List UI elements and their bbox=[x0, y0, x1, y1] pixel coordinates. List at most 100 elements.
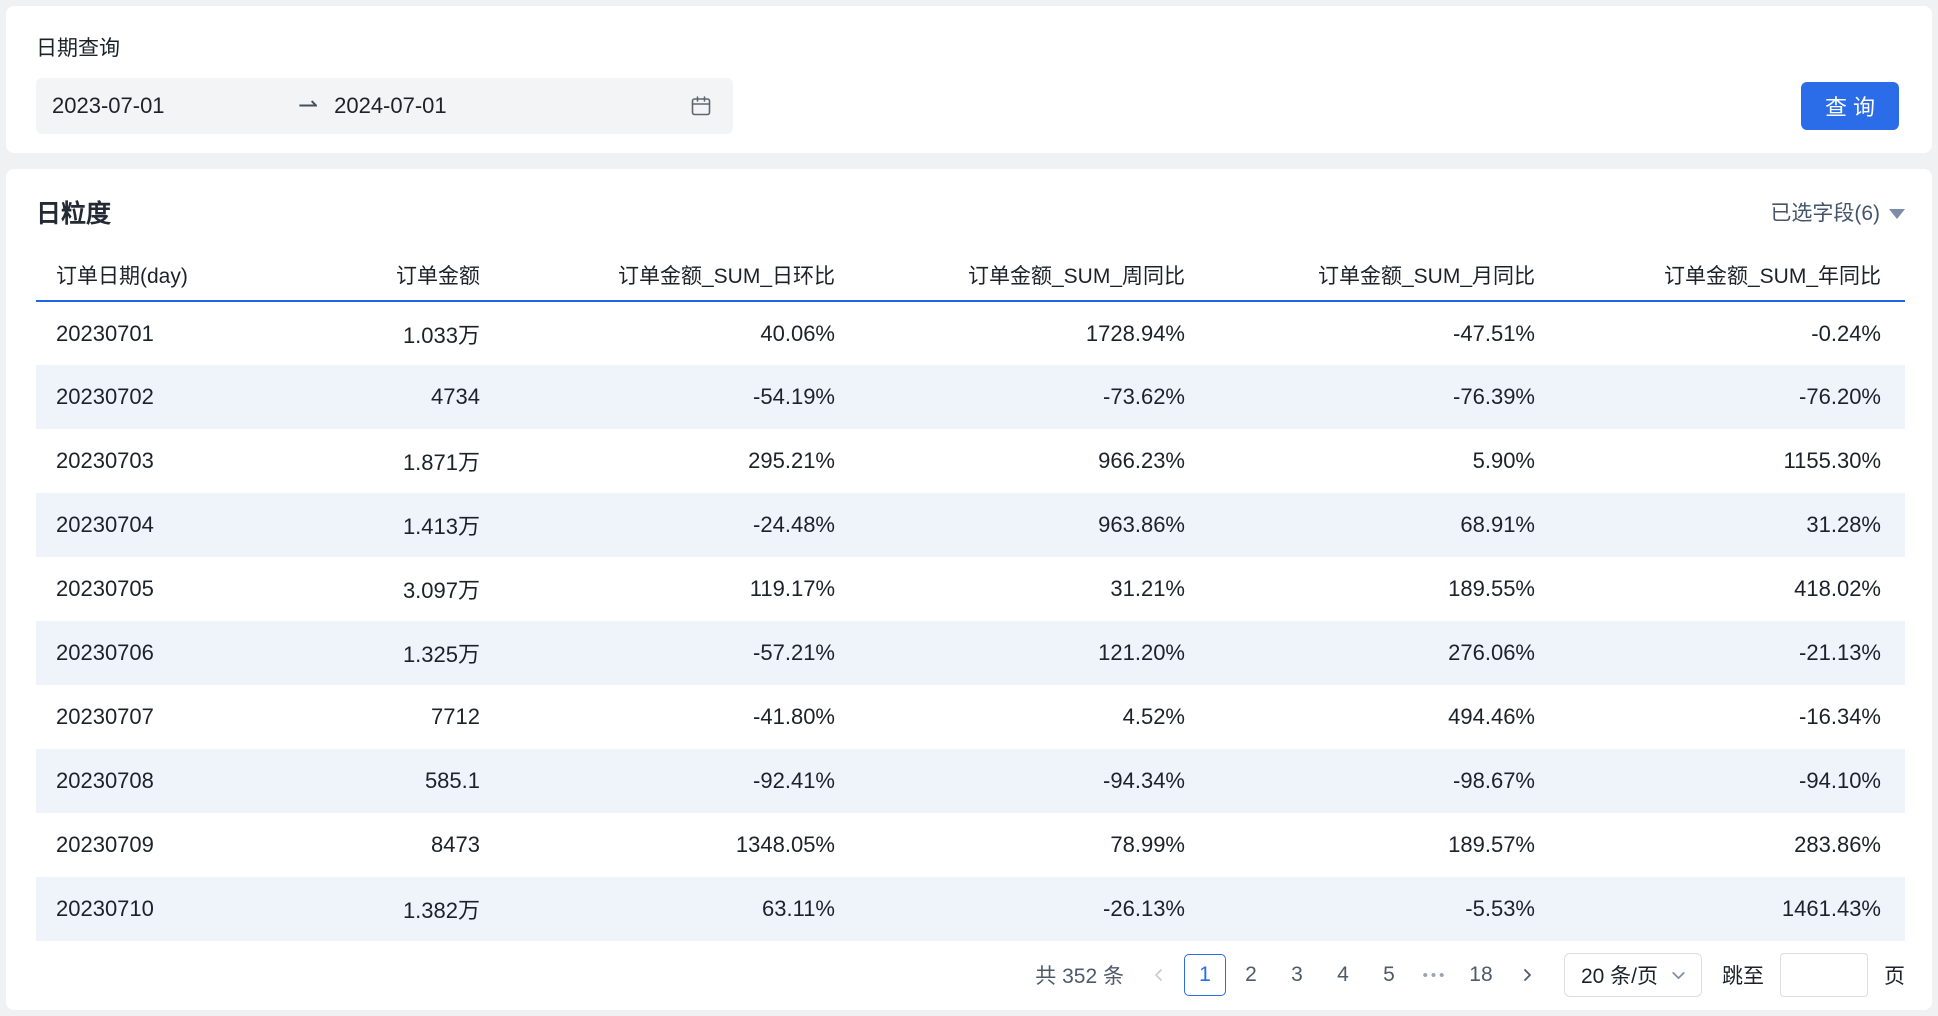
cell-value: 1.413万 bbox=[402, 514, 480, 539]
cell-value: 295.21% bbox=[748, 448, 835, 473]
page-button-last[interactable]: 18 bbox=[1460, 954, 1502, 996]
query-button[interactable]: 查 询 bbox=[1801, 82, 1899, 130]
cell-value: 119.17% bbox=[749, 576, 835, 601]
page-number-list: 12345 bbox=[1183, 954, 1410, 996]
cell-value: 31.28% bbox=[1806, 512, 1881, 537]
column-header-1: 订单金额 bbox=[276, 249, 504, 302]
next-page-button[interactable] bbox=[1506, 954, 1548, 996]
page-suffix-label: 页 bbox=[1884, 965, 1905, 988]
cell-value: -92.41% bbox=[753, 768, 835, 793]
table-body: 20230701 1.033万 40.06% 1728.94% -47.51% -0.24… bbox=[36, 301, 1905, 941]
selected-fields-dropdown[interactable]: 已选字段(6) bbox=[1770, 197, 1905, 227]
cell-order-date: 20230709 bbox=[56, 832, 154, 857]
table-row: 20230702 4734 -54.19% -73.62% -76.39% -76.20% bbox=[36, 365, 1905, 429]
table-title: 日粒度 bbox=[36, 200, 112, 228]
cell-value: 8473 bbox=[431, 832, 480, 857]
column-header-5: 订单金额_SUM_年同比 bbox=[1559, 249, 1905, 302]
cell-value: -26.13% bbox=[1103, 896, 1185, 921]
cell-value: 31.21% bbox=[1110, 576, 1185, 601]
cell-value: 1.871万 bbox=[402, 450, 480, 475]
cell-value: 121.20% bbox=[1098, 640, 1185, 665]
page-button-1[interactable]: 1 bbox=[1183, 954, 1226, 996]
page-size-value: 20 条/页 bbox=[1580, 965, 1658, 988]
cell-value: 1155.30% bbox=[1783, 448, 1881, 473]
cell-order-date: 20230705 bbox=[56, 576, 154, 601]
table-row: 20230709 8473 1348.05% 78.99% 189.57% 283.86% bbox=[36, 813, 1905, 877]
calendar-icon bbox=[689, 94, 713, 118]
table-card: 日粒度 已选字段(6) 订单日期(day) 订单金额 订单金额_SUM_日环比 订单金… bbox=[6, 169, 1932, 1010]
total-count: 共 352 条 bbox=[1035, 965, 1124, 988]
cell-value: -41.80% bbox=[753, 704, 835, 729]
column-header-4: 订单金额_SUM_月同比 bbox=[1209, 249, 1559, 302]
column-header-3: 订单金额_SUM_周同比 bbox=[859, 249, 1209, 302]
jump-page-input[interactable] bbox=[1780, 953, 1868, 997]
chevron-down-icon bbox=[1670, 967, 1687, 984]
cell-value: 63.11% bbox=[762, 896, 835, 921]
table-header-row: 订单日期(day) 订单金额 订单金额_SUM_日环比 订单金额_SUM_周同比 订单金… bbox=[36, 249, 1905, 302]
cell-order-date: 20230701 bbox=[56, 320, 154, 346]
table-row: 20230707 7712 -41.80% 4.52% 494.46% -16.34% bbox=[36, 685, 1905, 749]
cell-value: -16.34% bbox=[1799, 704, 1881, 729]
arrow-right-icon: ⇀ bbox=[298, 92, 319, 119]
cell-value: 189.55% bbox=[1448, 576, 1535, 601]
page-size-select[interactable]: 20 条/页 bbox=[1563, 953, 1702, 997]
cell-value: 5.90% bbox=[1472, 448, 1535, 473]
cell-value: -94.34% bbox=[1103, 768, 1185, 793]
table-row: 20230705 3.097万 119.17% 31.21% 189.55% 418.02… bbox=[36, 557, 1905, 621]
table-row: 20230706 1.325万 -57.21% 121.20% 276.06% -21.1… bbox=[36, 621, 1905, 685]
cell-value: -76.20% bbox=[1799, 384, 1881, 409]
cell-value: 1728.94% bbox=[1085, 320, 1185, 346]
cell-value: 418.02% bbox=[1794, 576, 1881, 601]
cell-value: 4734 bbox=[431, 384, 480, 409]
cell-order-date: 20230703 bbox=[56, 448, 154, 473]
table-header-bar: 日粒度 已选字段(6) bbox=[36, 195, 1905, 229]
table-row: 20230703 1.871万 295.21% 966.23% 5.90% 1155.30… bbox=[36, 429, 1905, 493]
cell-value: 963.86% bbox=[1098, 512, 1185, 537]
cell-value: 7712 bbox=[431, 704, 480, 729]
cell-value: 78.99% bbox=[1110, 832, 1185, 857]
cell-order-date: 20230710 bbox=[56, 896, 154, 921]
cell-value: 4.52% bbox=[1122, 704, 1185, 729]
cell-value: 494.46% bbox=[1448, 704, 1535, 729]
cell-order-date: 20230707 bbox=[56, 704, 154, 729]
date-range-picker[interactable]: 2023-07-01 ⇀ 2024-07-01 bbox=[36, 78, 733, 134]
data-table: 订单日期(day) 订单金额 订单金额_SUM_日环比 订单金额_SUM_周同比 订单金… bbox=[36, 249, 1905, 941]
cell-value: 1461.43% bbox=[1781, 896, 1881, 921]
cell-value: -21.13% bbox=[1799, 640, 1881, 665]
cell-order-date: 20230708 bbox=[56, 768, 154, 793]
page-button-5[interactable]: 5 bbox=[1368, 954, 1410, 996]
table-row: 20230701 1.033万 40.06% 1728.94% -47.51% -0.24… bbox=[36, 301, 1905, 365]
pagination: 共 352 条 12345 ••• 18 20 条/页 跳至 页 bbox=[36, 953, 1905, 997]
page-button-2[interactable]: 2 bbox=[1230, 954, 1272, 996]
cell-value: 68.91% bbox=[1460, 512, 1535, 537]
date-query-label: 日期查询 bbox=[36, 37, 120, 60]
jump-to-label: 跳至 bbox=[1722, 965, 1764, 988]
prev-page-button[interactable] bbox=[1138, 954, 1180, 996]
date-query-card: 日期查询 2023-07-01 ⇀ 2024-07-01 查 询 bbox=[6, 6, 1932, 153]
cell-value: 40.06% bbox=[760, 320, 835, 346]
column-header-0: 订单日期(day) bbox=[36, 249, 276, 302]
cell-value: 276.06% bbox=[1448, 640, 1535, 665]
cell-value: 1348.05% bbox=[735, 832, 835, 857]
start-date-value[interactable]: 2023-07-01 bbox=[52, 93, 298, 119]
column-header-2: 订单金额_SUM_日环比 bbox=[504, 249, 859, 302]
cell-order-date: 20230704 bbox=[56, 512, 154, 537]
cell-value: 1.033万 bbox=[402, 322, 480, 348]
more-pages-ellipsis[interactable]: ••• bbox=[1414, 954, 1456, 996]
page-button-4[interactable]: 4 bbox=[1322, 954, 1364, 996]
table-row: 20230710 1.382万 63.11% -26.13% -5.53% 1461.43… bbox=[36, 877, 1905, 941]
page: 日期查询 2023-07-01 ⇀ 2024-07-01 查 询 日粒度 已选字… bbox=[0, 0, 1938, 1016]
cell-value: -76.39% bbox=[1453, 384, 1535, 409]
cell-value: 283.86% bbox=[1794, 832, 1881, 857]
cell-value: 1.325万 bbox=[402, 642, 480, 667]
table-row: 20230704 1.413万 -24.48% 963.86% 68.91% 31.28% bbox=[36, 493, 1905, 557]
cell-value: 585.1 bbox=[424, 768, 480, 793]
cell-value: 966.23% bbox=[1098, 448, 1185, 473]
cell-value: -54.19% bbox=[753, 384, 835, 409]
page-button-3[interactable]: 3 bbox=[1276, 954, 1318, 996]
cell-value: -0.24% bbox=[1811, 320, 1881, 346]
end-date-value[interactable]: 2024-07-01 bbox=[334, 93, 447, 119]
cell-value: -98.67% bbox=[1453, 768, 1535, 793]
table-row: 20230708 585.1 -92.41% -94.34% -98.67% -94.10… bbox=[36, 749, 1905, 813]
cell-value: -24.48% bbox=[753, 512, 835, 537]
